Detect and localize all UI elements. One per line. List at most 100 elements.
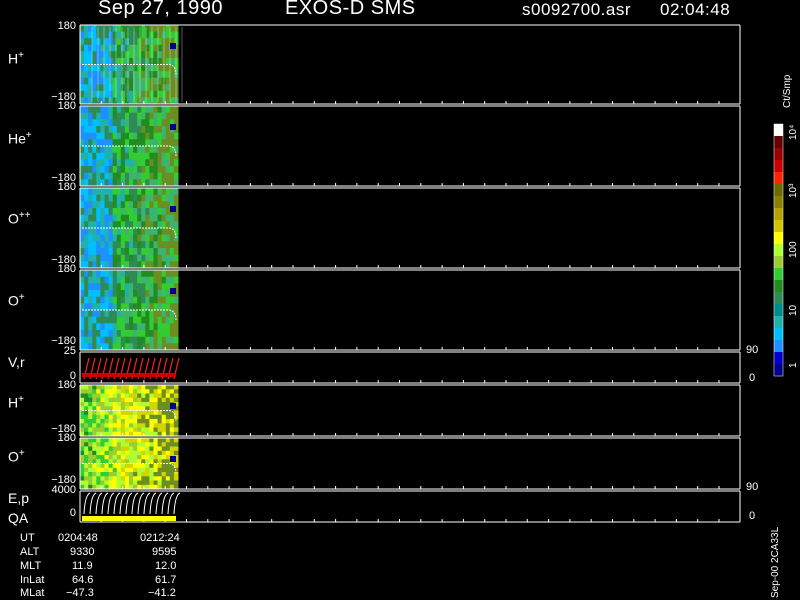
heatmap-cell [80, 31, 85, 39]
heatmap-cell [112, 450, 118, 456]
heatmap-cell [112, 51, 118, 59]
heatmap-cell [137, 146, 142, 154]
heatmap-cell [104, 97, 110, 105]
heatmap-cell [96, 330, 101, 338]
heatmap-cell [137, 472, 142, 477]
heatmap-cell [96, 248, 101, 256]
tick-p3-top: 180 [57, 263, 76, 275]
heatmap-cell [104, 64, 110, 72]
heatmap-cell [100, 152, 105, 160]
heatmap-cell [80, 336, 85, 344]
heatmap-cell [100, 463, 105, 469]
heatmap-cell [161, 119, 167, 127]
heatmap-cell [157, 410, 163, 416]
heatmap-cell [88, 254, 93, 262]
heatmap-cell [145, 146, 150, 154]
heatmap-cell [161, 159, 167, 167]
heatmap-cell [133, 450, 138, 456]
heatmap-cell [169, 159, 175, 167]
heatmap-cell [100, 112, 105, 120]
heatmap-cell [108, 112, 114, 120]
heatmap-cell [92, 393, 97, 399]
heatmap-cell [129, 64, 134, 72]
heatmap-cell [133, 389, 138, 395]
heatmap-cell [96, 64, 101, 72]
heatmap-cell [80, 139, 85, 147]
heatmap-cell [124, 234, 130, 242]
heatmap-cell [100, 476, 105, 482]
heatmap-cell [157, 385, 163, 390]
heatmap-cell [80, 84, 85, 92]
heatmap-cell [104, 480, 110, 486]
heatmap-cell [161, 248, 167, 256]
heatmap-cell [116, 270, 122, 278]
heatmap-cell [112, 254, 118, 262]
heatmap-cell [133, 112, 138, 120]
heatmap-cell [108, 446, 114, 452]
data-gap [170, 43, 176, 49]
ep-trace [83, 492, 91, 515]
heatmap-cell [137, 385, 142, 390]
heatmap-cell [161, 402, 167, 407]
heatmap-cell [88, 389, 93, 395]
heatmap-cell [100, 419, 105, 424]
heatmap-cell [112, 419, 118, 424]
heatmap-cell [173, 393, 179, 399]
heatmap-cell [120, 119, 126, 127]
heatmap-cell [96, 438, 101, 443]
heatmap-cell [165, 146, 171, 154]
ep-trace [119, 492, 127, 515]
heatmap-cell [153, 166, 159, 174]
heatmap-cell [96, 84, 101, 92]
heatmap-cell [112, 126, 118, 134]
heatmap-cell [116, 126, 122, 134]
heatmap-cell [124, 51, 130, 59]
heatmap-cell [153, 467, 159, 473]
heatmap-cell [80, 316, 85, 324]
heatmap-cell [120, 112, 126, 120]
heatmap-cell [129, 194, 134, 202]
heatmap-cell [120, 228, 126, 236]
heatmap-cell [88, 201, 93, 209]
heatmap-cell [120, 414, 126, 420]
heatmap-cell [116, 172, 122, 180]
heatmap-cell [92, 323, 97, 331]
heatmap-cell [112, 283, 118, 291]
heatmap-cell [108, 25, 114, 33]
heatmap-cell [116, 276, 122, 284]
heatmap-cell [124, 450, 130, 456]
eph-label-mlt: MLT [20, 560, 42, 572]
heatmap-cell [100, 214, 105, 222]
heatmap-cell [141, 402, 146, 407]
heatmap-cell [116, 296, 122, 304]
heatmap-cell [153, 228, 159, 236]
heatmap-cell [84, 112, 89, 120]
heatmap-cell [153, 476, 159, 482]
heatmap-cell [124, 427, 130, 433]
heatmap-cell [84, 221, 89, 229]
heatmap-cell [149, 316, 154, 324]
heatmap-cell [108, 194, 114, 202]
heatmap-cell [80, 323, 85, 331]
heatmap-cell [145, 393, 150, 399]
heatmap-cell [112, 316, 118, 324]
heatmap-cell [88, 316, 93, 324]
heatmap-cell [96, 254, 101, 262]
heatmap-cell [149, 194, 154, 202]
heatmap-cell [120, 463, 126, 469]
heatmap-cell [141, 84, 146, 92]
heatmap-cell [84, 310, 89, 318]
heatmap-cell [129, 270, 134, 278]
heatmap-cell [133, 463, 138, 469]
heatmap-cell [133, 146, 138, 154]
heatmap-cell [157, 480, 163, 486]
heatmap-cell [165, 270, 171, 278]
heatmap-cell [157, 393, 163, 399]
heatmap-cell [100, 438, 105, 443]
heatmap-cell [92, 343, 97, 351]
heatmap-cell [84, 208, 89, 216]
heatmap-cell [104, 310, 110, 318]
colorbar-tick-1e4: 10⁴ [788, 124, 799, 140]
heatmap-cell [84, 38, 89, 46]
colorbar-tick-1e3: 10³ [788, 183, 799, 198]
